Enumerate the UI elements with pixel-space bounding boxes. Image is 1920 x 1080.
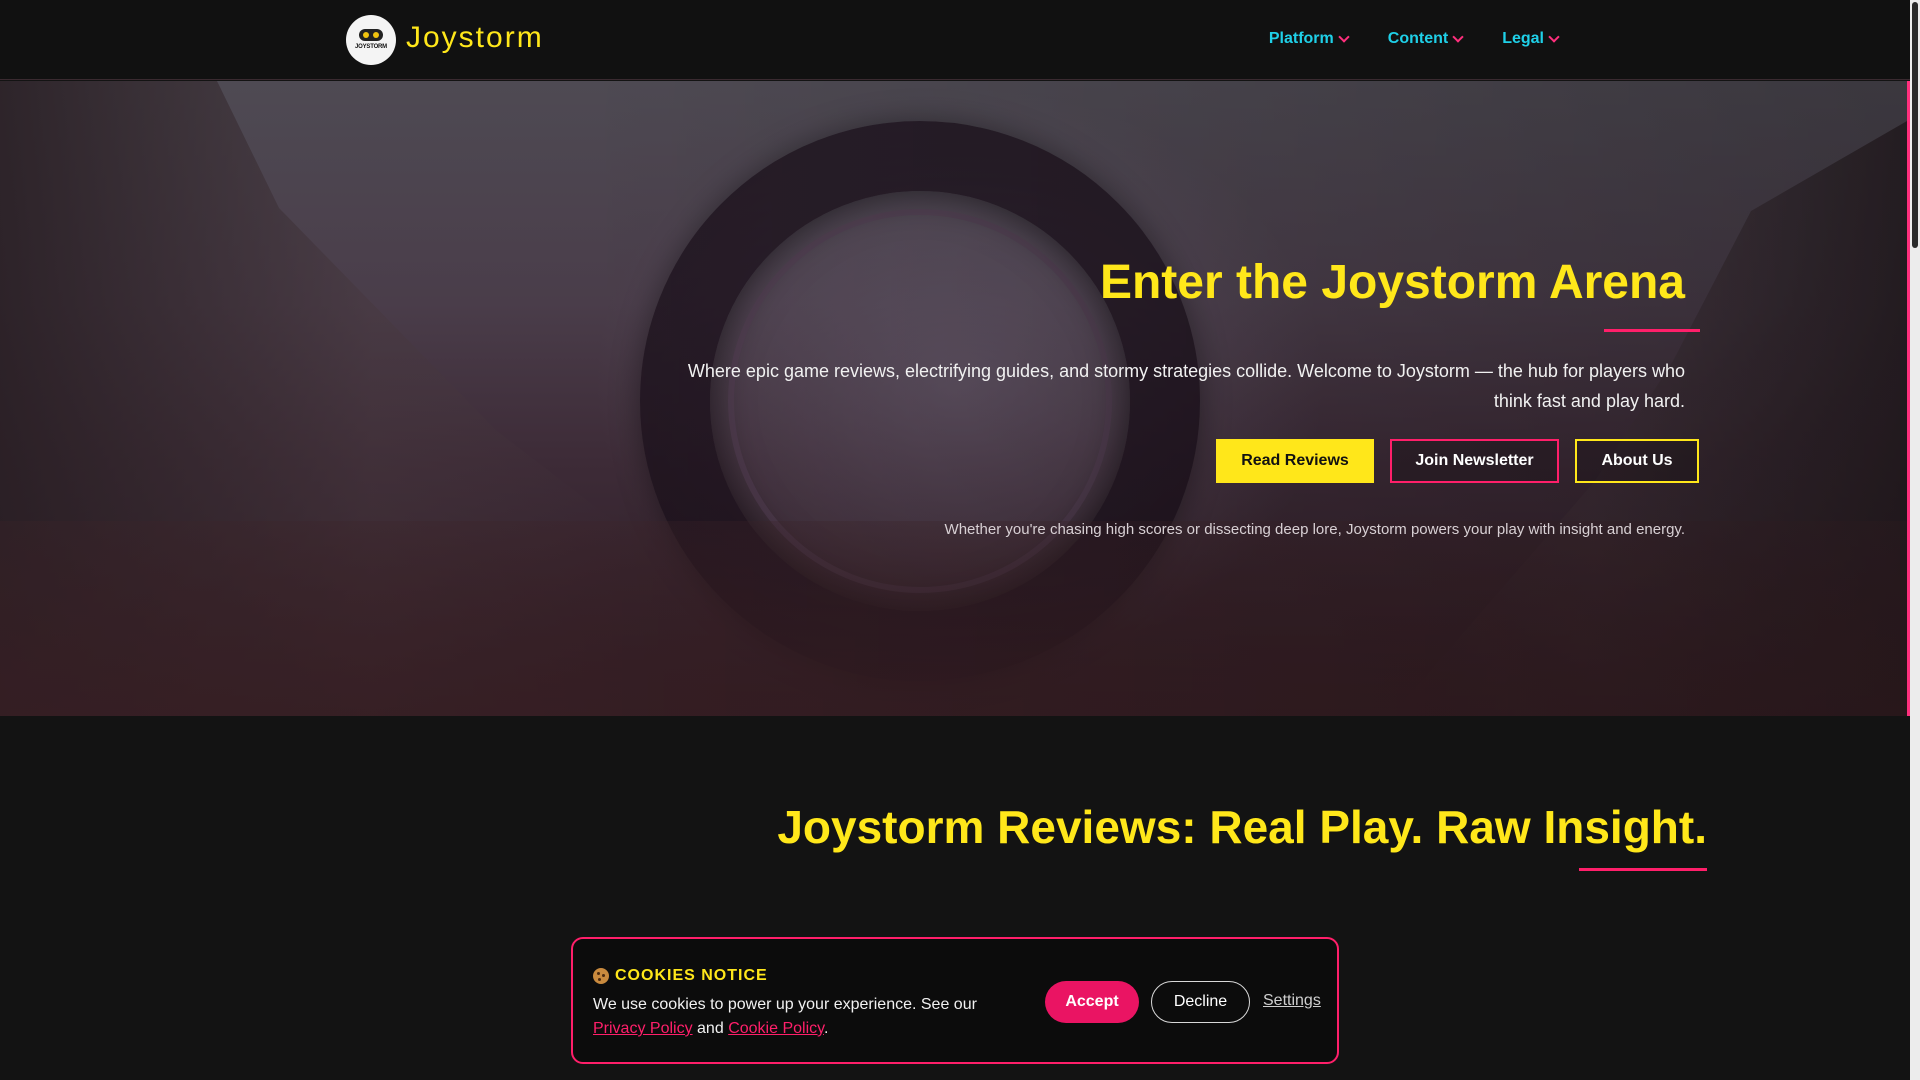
cookie-icon [593,968,609,984]
about-us-button[interactable]: About Us [1575,439,1699,483]
hero-section: Enter the Joystorm Arena Where epic game… [0,81,1910,716]
cookie-period: . [823,1020,829,1037]
hero-title-underline [1604,329,1700,332]
cookie-heading: COOKIES NOTICE [593,967,768,985]
cookie-banner: COOKIES NOTICE We use cookies to power u… [571,937,1339,1064]
nav-content[interactable]: Content [1387,30,1464,48]
gamepad-icon [359,28,383,41]
logo-text: JOYSTORM [355,43,387,50]
join-newsletter-button[interactable]: Join Newsletter [1390,439,1559,483]
privacy-policy-link[interactable]: Privacy Policy [593,1020,693,1037]
read-reviews-button[interactable]: Read Reviews [1216,439,1374,483]
cookie-and-text: and [697,1020,724,1037]
reviews-title-underline [1579,868,1707,871]
chevron-down-icon [1548,31,1560,43]
brand-name[interactable]: Joystorm [406,21,544,55]
page-scrollbar-thumb[interactable] [1912,2,1918,248]
main-nav: Platform Content Legal [1268,30,1560,48]
joystorm-logo[interactable]: JOYSTORM [346,15,396,65]
cookie-policy-link[interactable]: Cookie Policy [728,1020,824,1037]
nav-legal[interactable]: Legal [1502,30,1560,48]
hero-title: Enter the Joystorm Arena [1099,256,1685,309]
nav-content-label: Content [1387,30,1449,47]
accept-cookies-button[interactable]: Accept [1045,981,1139,1023]
chevron-down-icon [1452,31,1464,43]
nav-platform-label: Platform [1268,30,1334,47]
site-header: JOYSTORM Joystorm Platform Content Legal [0,0,1910,80]
decline-cookies-button[interactable]: Decline [1151,981,1250,1023]
cookie-heading-text: COOKIES NOTICE [615,967,768,984]
hero-description: Where epic game reviews, electrifying gu… [687,361,1685,411]
cookie-message-text: We use cookies to power up your experien… [593,996,977,1013]
chevron-down-icon [1338,31,1350,43]
cookie-message: We use cookies to power up your experien… [593,993,993,1041]
nav-platform[interactable]: Platform [1268,30,1350,48]
cookie-settings-link[interactable]: Settings [1263,992,1321,1010]
reviews-section-title: Joystorm Reviews: Real Play. Raw Insight… [777,801,1707,853]
hero-note: Whether you're chasing high scores or di… [944,521,1685,538]
nav-legal-label: Legal [1502,30,1544,47]
